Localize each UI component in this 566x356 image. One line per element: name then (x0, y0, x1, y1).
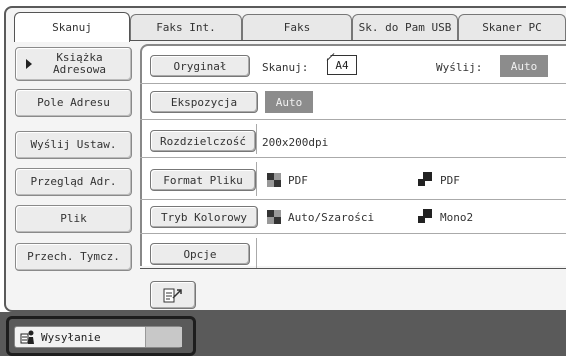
file-format-button[interactable]: Format Pliku (150, 169, 256, 191)
scan-screen: Skanuj Faks Int. Faks Sk. do Pam USB Ska… (0, 0, 566, 356)
color-mode-icon (267, 173, 281, 187)
color-mode-button[interactable]: Tryb Kolorowy (150, 206, 258, 228)
send-size-label: Wyślij: (436, 61, 483, 74)
triangle-right-icon (26, 59, 32, 69)
scan-size-label: Skanuj: (262, 61, 309, 74)
row-divider (256, 238, 257, 268)
tab-pc-scan[interactable]: Skaner PC (458, 14, 566, 40)
job-status-indicator (145, 327, 182, 347)
file-format-mono-value: PDF (440, 174, 460, 187)
sidebar-item-file[interactable]: Plik (15, 205, 132, 233)
sidebar-item-label: Przegląd Adr. (30, 175, 117, 188)
sidebar-item-label: Pole Adresu (37, 96, 110, 109)
sidebar-item-address-review[interactable]: Przegląd Adr. (15, 168, 132, 196)
resolution-button[interactable]: Rozdzielczość (150, 130, 256, 152)
tab-fax[interactable]: Faks (242, 14, 352, 40)
resolution-value: 200x200dpi (262, 136, 329, 149)
preview-scan-icon (163, 288, 182, 303)
job-status-icon (20, 330, 34, 344)
sidebar-item-send-settings[interactable]: Wyślij Ustaw. (15, 131, 132, 159)
scan-size-text: A4 (335, 58, 349, 72)
sidebar-item-address-entry[interactable]: Pole Adresu (15, 89, 132, 117)
sidebar-item-label: Przech. Tymcz. (27, 250, 120, 263)
color-mode-mono-value: Mono2 (440, 211, 474, 224)
tab-scan-to-usb[interactable]: Sk. do Pam USB (352, 14, 458, 40)
original-button[interactable]: Oryginał (150, 55, 250, 77)
sidebar-item-quick-file[interactable]: Przech. Tymcz. (15, 243, 132, 271)
content-bottom-border (140, 268, 566, 269)
tab-scan[interactable]: Skanuj (14, 12, 130, 42)
sidebar-item-address-book[interactable]: Książka Adresowa (15, 47, 132, 81)
row-divider (256, 124, 257, 154)
sidebar-item-label: Plik (60, 212, 87, 225)
sidebar-item-label: Wyślij Ustaw. (30, 138, 117, 151)
tab-internet-fax[interactable]: Faks Int. (130, 14, 242, 40)
job-status-button[interactable]: Wysyłanie (14, 326, 182, 348)
color-mode-icon (267, 210, 281, 224)
file-format-color-value: PDF (288, 174, 308, 187)
exposure-button[interactable]: Ekspozycja (150, 91, 258, 113)
preview-button[interactable] (150, 281, 196, 309)
options-button[interactable]: Opcje (150, 243, 250, 265)
row-divider (256, 162, 257, 196)
send-size-badge: Auto (500, 55, 548, 77)
job-status-label: Wysyłanie (41, 330, 101, 344)
mono-mode-icon (418, 172, 432, 186)
mono-mode-icon (418, 209, 432, 223)
sidebar-item-label: Książka Adresowa (53, 51, 106, 76)
exposure-badge: Auto (265, 91, 313, 113)
color-mode-color-value: Auto/Szarości (288, 211, 375, 224)
